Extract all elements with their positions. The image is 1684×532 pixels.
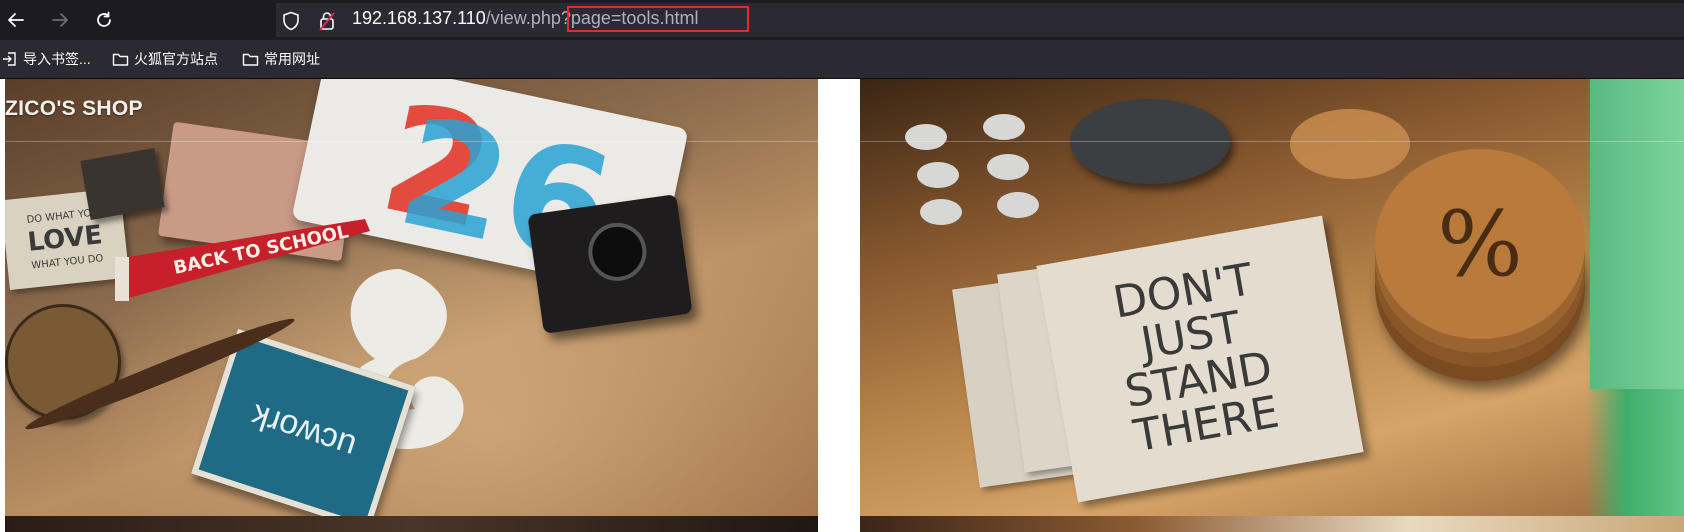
next-photo-row-left xyxy=(5,516,818,532)
insecure-lock-icon[interactable] xyxy=(318,11,336,31)
header-divider xyxy=(0,141,1684,142)
bookmark-label: 火狐官方站点 xyxy=(134,51,218,67)
url-path: /view.php xyxy=(485,8,561,28)
back-button[interactable] xyxy=(2,6,30,34)
bookmark-label: 常用网址 xyxy=(264,51,320,67)
folder-icon xyxy=(112,53,129,66)
reload-icon xyxy=(97,11,111,27)
svg-text:LOVE: LOVE xyxy=(26,220,104,258)
next-photo-row-right xyxy=(860,516,1684,532)
arrow-right-icon xyxy=(52,13,68,27)
browser-toolbar: 192.168.137.110/view.php?page=tools.html xyxy=(0,0,1684,40)
green-cup-image xyxy=(1590,79,1684,389)
reload-button[interactable] xyxy=(90,6,118,34)
folder-icon xyxy=(242,53,259,66)
bookmark-import[interactable]: 导入书签... xyxy=(2,50,91,68)
web-page: 2 26 DO WHAT YOU LOVE WHAT YOU DO BACK T… xyxy=(0,79,1684,532)
bookmark-firefox-official[interactable]: 火狐官方站点 xyxy=(112,50,218,68)
metal-studs-image xyxy=(905,114,1039,225)
arrow-left-icon xyxy=(8,13,24,27)
wooden-coasters-image: % xyxy=(1375,149,1585,339)
bookmarks-toolbar: 导入书签... 火狐官方站点 常用网址 xyxy=(0,40,1684,79)
url-query-highlight-box xyxy=(567,6,749,32)
wooden-ornament-image xyxy=(1290,109,1410,179)
product-photo-flatlay[interactable]: 2 26 DO WHAT YOU LOVE WHAT YOU DO BACK T… xyxy=(5,79,818,516)
product-photo-notebooks[interactable]: DON'T JUST STAND THERE % xyxy=(860,79,1684,516)
site-brand-logo[interactable]: ZICO'S SHOP xyxy=(5,97,143,121)
vintage-camera-image xyxy=(527,194,693,334)
import-icon xyxy=(3,52,16,66)
forward-button[interactable] xyxy=(46,6,74,34)
url-host: 192.168.137.110 xyxy=(352,8,486,28)
shield-icon[interactable] xyxy=(282,11,300,31)
bookmark-label: 导入书签... xyxy=(23,51,91,67)
bookmark-common-sites[interactable]: 常用网址 xyxy=(242,50,320,68)
notebook-stack-image: DON'T JUST STAND THERE xyxy=(952,215,1364,503)
letterpress-block-image xyxy=(80,147,165,221)
